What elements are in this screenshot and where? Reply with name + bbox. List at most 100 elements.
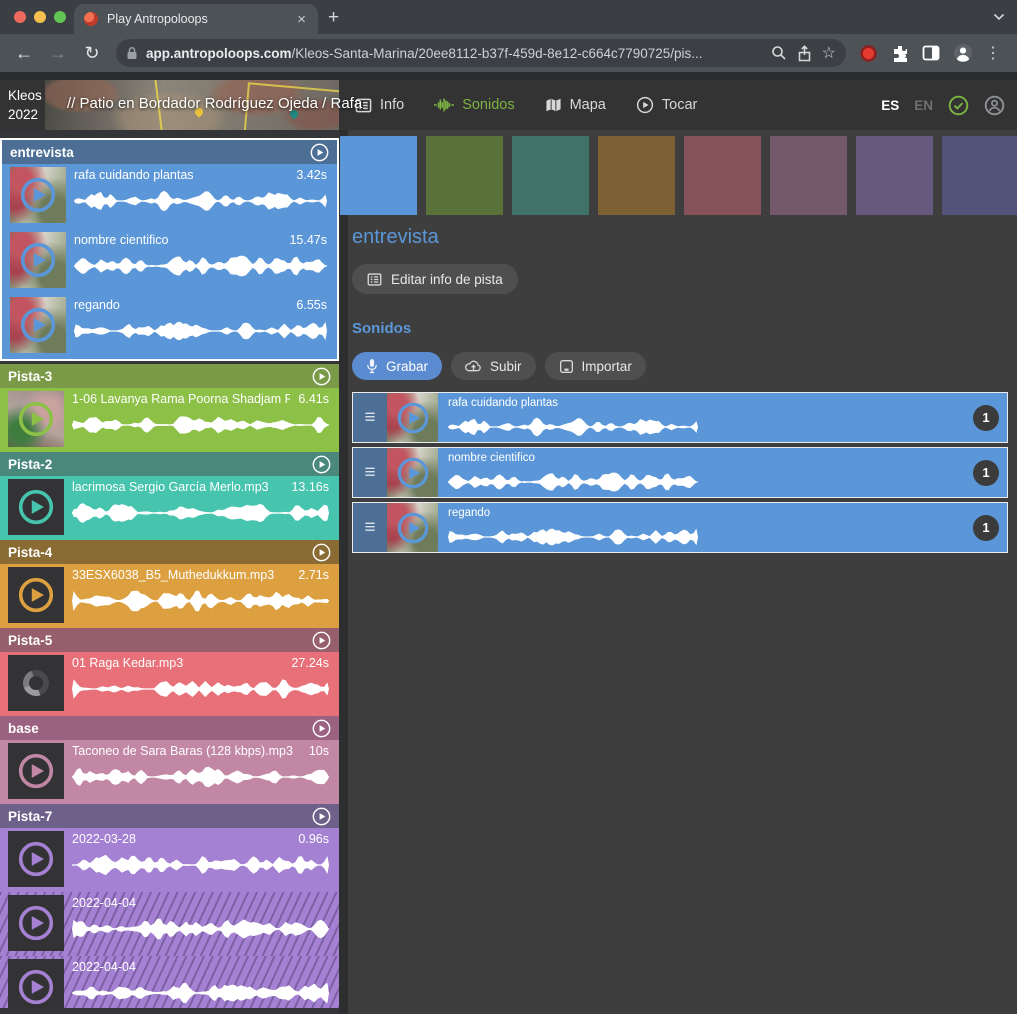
sound-thumbnail[interactable] <box>8 743 64 799</box>
track-section-pista-7[interactable]: Pista-7 2022-03-280.96s <box>0 804 339 1008</box>
browser-tab[interactable]: Play Antropoloops × <box>74 4 318 34</box>
drag-handle-icon[interactable]: ≡ <box>353 503 387 552</box>
tab-tocar[interactable]: Tocar <box>636 96 697 114</box>
sound-row[interactable]: ≡ nombre cientifico 1 <box>352 447 1008 498</box>
track-header[interactable]: Pista-7 <box>0 804 339 828</box>
track-tab-pista-5[interactable] <box>684 136 761 215</box>
play-track-icon[interactable] <box>312 455 331 474</box>
tab-mapa[interactable]: Mapa <box>545 97 606 113</box>
reload-button[interactable]: ↻ <box>82 43 102 64</box>
share-icon[interactable] <box>797 45 812 62</box>
play-icon[interactable] <box>17 752 55 790</box>
sound-thumbnail[interactable] <box>8 831 64 887</box>
sound-thumbnail[interactable] <box>387 393 438 442</box>
play-track-icon[interactable] <box>310 143 329 162</box>
play-icon[interactable] <box>17 968 55 1006</box>
track-header[interactable]: Pista-3 <box>0 364 339 388</box>
track-tab-pista-4[interactable] <box>598 136 675 215</box>
count-badge[interactable]: 1 <box>973 515 999 541</box>
app-logo[interactable]: Kleos 2022 <box>8 86 42 124</box>
track-tab-pista-7[interactable] <box>856 136 933 215</box>
search-icon[interactable] <box>771 45 787 61</box>
account-icon[interactable] <box>984 95 1005 116</box>
sound-item[interactable]: rafa cuidando plantas3.42s <box>2 164 337 229</box>
sound-item[interactable]: regando6.55s <box>2 294 337 359</box>
new-tab-button[interactable]: + <box>328 7 339 29</box>
close-window-button[interactable] <box>14 11 26 23</box>
play-icon[interactable] <box>17 904 55 942</box>
count-badge[interactable]: 1 <box>973 460 999 486</box>
language-en[interactable]: EN <box>914 98 933 113</box>
sound-item[interactable]: 1-06 Lavanya Rama Poorna Shadjam Rupak..… <box>0 388 339 452</box>
play-icon[interactable] <box>19 241 57 279</box>
minimize-window-button[interactable] <box>34 11 46 23</box>
sound-item[interactable]: nombre cientifico15.47s <box>2 229 337 294</box>
chevron-down-icon[interactable] <box>993 12 1005 22</box>
sound-item-excluded[interactable]: 2022-04-04 <box>0 956 339 1008</box>
sync-check-icon[interactable] <box>948 95 969 116</box>
address-bar[interactable]: app.antropoloops.com/Kleos-Santa-Marina/… <box>116 39 846 67</box>
sound-item[interactable]: 33ESX6038_B5_Muthedukkum.mp32.71s <box>0 564 339 628</box>
play-icon[interactable] <box>17 576 55 614</box>
track-tab-pista-2[interactable] <box>512 136 589 215</box>
track-header[interactable]: Pista-4 <box>0 540 339 564</box>
track-tab-entrevista[interactable] <box>340 136 417 215</box>
track-header[interactable]: Pista-5 <box>0 628 339 652</box>
track-section-entrevista[interactable]: entrevista rafa cuidando plantas3.42s <box>0 138 339 361</box>
browser-menu-icon[interactable]: ⋮ <box>985 43 1001 63</box>
play-icon[interactable] <box>396 456 430 490</box>
count-badge[interactable]: 1 <box>973 405 999 431</box>
sound-thumbnail[interactable] <box>387 503 438 552</box>
record-extension-icon[interactable] <box>859 44 878 63</box>
forward-button[interactable]: → <box>48 43 68 64</box>
sound-thumbnail[interactable] <box>8 895 64 951</box>
track-section-pista-3[interactable]: Pista-3 1-06 Lavanya Rama Poorna Shadjam… <box>0 364 339 452</box>
track-header[interactable]: entrevista <box>2 140 337 164</box>
side-panel-icon[interactable] <box>922 44 940 62</box>
track-tab-extra[interactable] <box>942 136 1017 215</box>
extensions-puzzle-icon[interactable] <box>891 44 909 62</box>
track-tab-base[interactable] <box>770 136 847 215</box>
drag-handle-icon[interactable]: ≡ <box>353 448 387 497</box>
maximize-window-button[interactable] <box>54 11 66 23</box>
play-icon[interactable] <box>17 488 55 526</box>
sound-row[interactable]: ≡ rafa cuidando plantas 1 <box>352 392 1008 443</box>
sound-thumbnail[interactable] <box>8 567 64 623</box>
sound-item[interactable]: 2022-03-280.96s <box>0 828 339 892</box>
sound-thumbnail[interactable] <box>8 959 64 1008</box>
track-header[interactable]: base <box>0 716 339 740</box>
sound-row[interactable]: ≡ regando 1 <box>352 502 1008 553</box>
track-header[interactable]: Pista-2 <box>0 452 339 476</box>
sound-item-excluded[interactable]: 2022-04-04 <box>0 892 339 956</box>
play-track-icon[interactable] <box>312 367 331 386</box>
play-track-icon[interactable] <box>312 631 331 650</box>
tab-info[interactable]: Info <box>355 97 404 114</box>
track-section-pista-2[interactable]: Pista-2 lacrimosa Sergio García Merlo.mp… <box>0 452 339 540</box>
sound-item[interactable]: lacrimosa Sergio García Merlo.mp313.16s <box>0 476 339 540</box>
sound-thumbnail[interactable] <box>8 391 64 447</box>
play-icon[interactable] <box>19 176 57 214</box>
import-button[interactable]: Importar <box>545 352 646 380</box>
sound-thumbnail[interactable] <box>10 297 66 353</box>
play-track-icon[interactable] <box>312 807 331 826</box>
sound-thumbnail[interactable] <box>10 167 66 223</box>
play-track-icon[interactable] <box>312 719 331 738</box>
play-icon[interactable] <box>396 511 430 545</box>
tab-sonidos[interactable]: Sonidos <box>434 97 514 113</box>
track-section-base[interactable]: base Taconeo de Sara Baras (128 kbps).mp… <box>0 716 339 804</box>
back-button[interactable]: ← <box>14 43 34 64</box>
sound-item[interactable]: 01 Raga Kedar.mp327.24s <box>0 652 339 716</box>
track-tab-pista-3[interactable] <box>426 136 503 215</box>
bookmark-star-icon[interactable]: ☆ <box>822 43 836 63</box>
track-section-pista-4[interactable]: Pista-4 33ESX6038_B5_Muthedukkum.mp32.71… <box>0 540 339 628</box>
play-icon[interactable] <box>17 400 55 438</box>
sound-thumbnail[interactable] <box>387 448 438 497</box>
record-button[interactable]: Grabar <box>352 352 442 380</box>
play-icon[interactable] <box>396 401 430 435</box>
sound-item[interactable]: Taconeo de Sara Baras (128 kbps).mp310s <box>0 740 339 804</box>
track-section-pista-5[interactable]: Pista-5 01 Raga Kedar.mp327.24s <box>0 628 339 716</box>
upload-button[interactable]: Subir <box>451 352 536 380</box>
sound-thumbnail[interactable] <box>10 232 66 288</box>
drag-handle-icon[interactable]: ≡ <box>353 393 387 442</box>
play-icon[interactable] <box>17 840 55 878</box>
